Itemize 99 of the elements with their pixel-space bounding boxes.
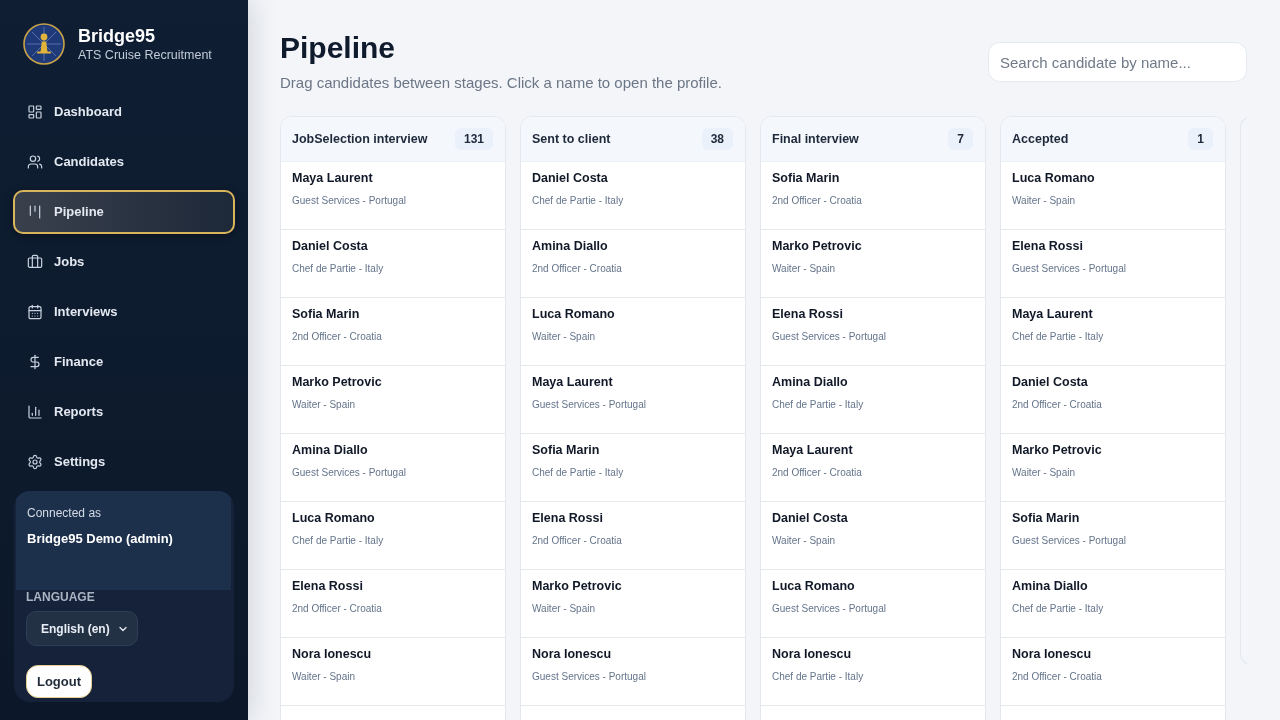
candidate-name[interactable]: Luca Romano	[292, 509, 505, 527]
logout-button[interactable]: Logout	[26, 665, 92, 698]
nav-item[interactable]: Pipeline	[13, 190, 235, 234]
candidate-name[interactable]: Sofia Marin	[532, 441, 745, 459]
user-name: Bridge95 Demo (admin)	[27, 530, 174, 548]
candidate-name[interactable]: Maya Laurent	[292, 169, 505, 187]
candidate-role: Guest Services - Portugal	[532, 670, 647, 684]
candidate-role: 2nd Officer - Croatia	[772, 466, 863, 480]
count-badge: 131	[454, 128, 493, 150]
nav-item[interactable]: Candidates	[13, 140, 235, 184]
language-label: LANGUAGE	[26, 590, 96, 604]
candidate-role: Waiter - Spain	[1012, 194, 1076, 208]
candidate-role: Waiter - Spain	[772, 534, 836, 548]
candidate-role: Chef de Partie - Italy	[532, 466, 625, 480]
nav-item[interactable]: Finance	[13, 340, 235, 384]
calendar-icon	[27, 304, 43, 320]
candidate-name[interactable]: Nora Ionescu	[292, 645, 505, 663]
candidate-name[interactable]: Maya Laurent	[772, 441, 985, 459]
candidate-role: Chef de Partie - Italy	[1012, 602, 1105, 616]
column-title: Final interview	[772, 130, 859, 148]
candidate-role: Waiter - Spain	[772, 262, 836, 276]
column-title: Sent to client	[532, 130, 611, 148]
candidate-name[interactable]: Sofia Marin	[772, 169, 985, 187]
column-title: JobSelection interview	[292, 130, 428, 148]
language-select[interactable]: English (en)	[26, 611, 138, 646]
candidate-role: 2nd Officer - Croatia	[292, 602, 383, 616]
candidate-name[interactable]: Nora Ionescu	[1012, 645, 1225, 663]
candidate-name[interactable]: Elena Rossi	[292, 577, 505, 595]
candidate-role: Guest Services - Portugal	[1012, 262, 1127, 276]
candidate-name[interactable]: Marko Petrovic	[772, 237, 985, 255]
layout-grid-icon	[27, 104, 43, 120]
candidate-role: Guest Services - Portugal	[292, 194, 407, 208]
page-subtitle: Drag candidates between stages. Click a name to open the profile.	[280, 73, 722, 93]
candidate-name[interactable]: Amina Diallo	[532, 237, 745, 255]
candidate-role: 2nd Officer - Croatia	[532, 534, 623, 548]
candidate-role: Waiter - Spain	[532, 330, 596, 344]
candidate-role: 2nd Officer - Croatia	[292, 330, 383, 344]
nav-item[interactable]: Jobs	[13, 240, 235, 284]
candidate-name[interactable]: Maya Laurent	[1012, 305, 1225, 323]
nav-item[interactable]: Settings	[13, 440, 235, 484]
candidate-name[interactable]: Daniel Costa	[772, 509, 985, 527]
candidate-name[interactable]: Amina Diallo	[1012, 577, 1225, 595]
candidate-role: Waiter - Spain	[292, 670, 356, 684]
candidate-name[interactable]: Nora Ionescu	[772, 645, 985, 663]
candidate-name[interactable]: Amina Diallo	[292, 441, 505, 459]
candidate-role: Chef de Partie - Italy	[1012, 330, 1105, 344]
connected-caption: Connected as	[27, 505, 103, 521]
candidate-role: 2nd Officer - Croatia	[1012, 398, 1103, 412]
candidate-name[interactable]: Elena Rossi	[1012, 237, 1225, 255]
search-field[interactable]: Search candidate by name...	[988, 42, 1247, 82]
candidate-name[interactable]: Amina Diallo	[772, 373, 985, 391]
nav-item[interactable]: Dashboard	[13, 90, 235, 134]
candidate-name[interactable]: Luca Romano	[1012, 169, 1225, 187]
candidate-name[interactable]: Luca Romano	[772, 577, 985, 595]
candidate-name[interactable]: Sofia Marin	[292, 305, 505, 323]
candidate-role: Waiter - Spain	[532, 602, 596, 616]
brand-tagline: ATS Cruise Recruitment	[78, 47, 212, 63]
count-badge: 1	[1188, 128, 1213, 150]
briefcase-icon	[27, 254, 43, 270]
candidate-role: Chef de Partie - Italy	[532, 194, 625, 208]
candidate-role: 2nd Officer - Croatia	[1012, 670, 1103, 684]
kanban-icon	[27, 204, 43, 220]
candidate-name[interactable]: Daniel Costa	[1012, 373, 1225, 391]
candidate-role: Guest Services - Portugal	[1012, 534, 1127, 548]
candidate-name[interactable]: Marko Petrovic	[1012, 441, 1225, 459]
page-title: Pipeline	[280, 30, 397, 66]
nav-item[interactable]: Reports	[13, 390, 235, 434]
count-badge: 38	[701, 128, 733, 150]
candidate-role: Chef de Partie - Italy	[292, 262, 385, 276]
dollar-icon	[27, 354, 43, 370]
candidate-role: Guest Services - Portugal	[532, 398, 647, 412]
candidate-role: Guest Services - Portugal	[772, 602, 887, 616]
candidate-role: 2nd Officer - Croatia	[532, 262, 623, 276]
nav-item[interactable]: Interviews	[13, 290, 235, 334]
candidate-name[interactable]: Nora Ionescu	[532, 645, 745, 663]
candidate-role: Guest Services - Portugal	[772, 330, 887, 344]
candidate-name[interactable]: Marko Petrovic	[292, 373, 505, 391]
logo-icon	[23, 23, 65, 65]
candidate-name[interactable]: Elena Rossi	[532, 509, 745, 527]
brand-name: Bridge95	[78, 25, 157, 47]
bar-chart-icon	[27, 404, 43, 420]
candidate-role: Guest Services - Portugal	[292, 466, 407, 480]
candidate-name[interactable]: Daniel Costa	[292, 237, 505, 255]
candidate-role: 2nd Officer - Croatia	[772, 194, 863, 208]
candidate-role: Chef de Partie - Italy	[292, 534, 385, 548]
candidate-name[interactable]: Luca Romano	[532, 305, 745, 323]
candidate-role: Waiter - Spain	[1012, 466, 1076, 480]
candidate-role: Waiter - Spain	[292, 398, 356, 412]
candidate-role: Chef de Partie - Italy	[772, 398, 865, 412]
candidate-name[interactable]: Marko Petrovic	[532, 577, 745, 595]
candidate-name[interactable]: Maya Laurent	[532, 373, 745, 391]
candidate-name[interactable]: Sofia Marin	[1012, 509, 1225, 527]
count-badge: 7	[948, 128, 973, 150]
column-title: Accepted	[1012, 130, 1069, 148]
users-icon	[27, 154, 43, 170]
candidate-name[interactable]: Daniel Costa	[532, 169, 745, 187]
candidate-name[interactable]: Elena Rossi	[772, 305, 985, 323]
settings-icon	[27, 454, 43, 470]
candidate-role: Chef de Partie - Italy	[772, 670, 865, 684]
